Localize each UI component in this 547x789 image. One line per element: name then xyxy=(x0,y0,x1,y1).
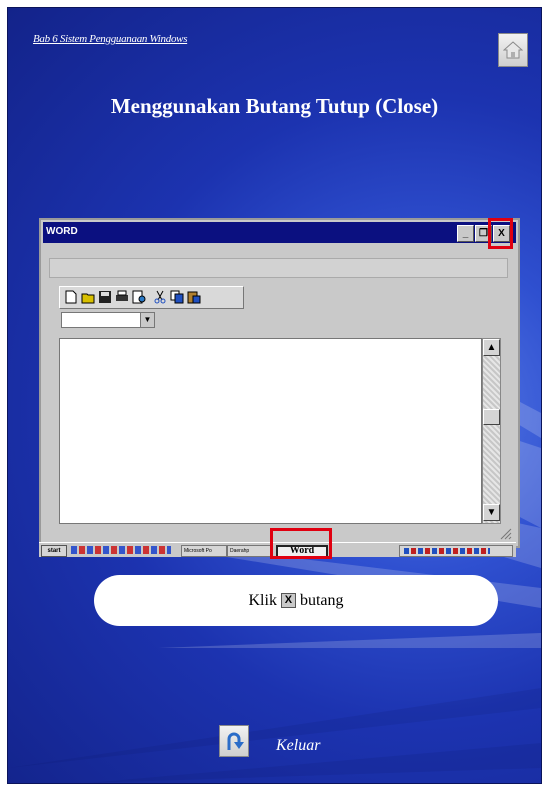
exit-button[interactable] xyxy=(219,725,249,757)
taskbar-item-desktop[interactable]: Daerahp xyxy=(227,545,271,557)
slide: Bab 6 Sistem Pengguanaan Windows Menggun… xyxy=(7,7,542,784)
chapter-link[interactable]: Bab 6 Sistem Pengguanaan Windows xyxy=(33,33,187,45)
menu-bar[interactable] xyxy=(49,258,508,278)
copy-icon[interactable] xyxy=(170,290,184,304)
new-document-icon[interactable] xyxy=(64,290,78,304)
slide-title: Menggunakan Butang Tutup (Close) xyxy=(110,94,439,118)
home-icon xyxy=(503,41,523,59)
exit-label[interactable]: Keluar xyxy=(276,737,320,755)
u-turn-arrow-icon xyxy=(227,732,244,750)
system-tray xyxy=(399,545,513,557)
instruction-suffix: butang xyxy=(299,591,344,609)
style-dropdown[interactable]: ▼ xyxy=(61,312,155,328)
minimize-button[interactable]: _ xyxy=(457,225,474,242)
home-button[interactable] xyxy=(498,33,528,67)
window-title: WORD xyxy=(46,226,78,237)
open-folder-icon[interactable] xyxy=(81,290,95,304)
scroll-thumb[interactable] xyxy=(483,409,500,425)
scroll-up-button[interactable]: ▲ xyxy=(483,339,500,356)
start-button[interactable]: start xyxy=(41,545,67,557)
word-task-highlight xyxy=(270,528,332,559)
print-preview-icon[interactable] xyxy=(132,290,146,304)
instruction-prefix: Klik xyxy=(248,591,277,609)
standard-toolbar xyxy=(59,286,244,309)
word-window: WORD _ ❐ X ▼ ▲ ▼ xyxy=(39,218,520,548)
quick-launch-icons[interactable] xyxy=(71,546,171,554)
scroll-down-button[interactable]: ▼ xyxy=(483,504,500,521)
cut-icon[interactable] xyxy=(153,290,167,304)
document-area[interactable] xyxy=(59,338,482,524)
print-icon[interactable] xyxy=(115,290,129,304)
tray-icons[interactable] xyxy=(404,548,490,554)
close-button-highlight xyxy=(488,218,513,249)
save-icon[interactable] xyxy=(98,290,112,304)
vertical-scrollbar[interactable]: ▲ ▼ xyxy=(482,338,501,524)
resize-grip-icon[interactable] xyxy=(500,528,512,540)
paste-icon[interactable] xyxy=(187,290,201,304)
chevron-down-icon[interactable]: ▼ xyxy=(140,313,154,327)
instruction-callout: Klik X butang xyxy=(94,575,498,626)
taskbar-item-presentation[interactable]: Microsoft Po xyxy=(181,545,227,557)
window-title-bar[interactable]: WORD _ ❐ X xyxy=(43,218,516,249)
close-x-icon: X xyxy=(280,593,296,608)
